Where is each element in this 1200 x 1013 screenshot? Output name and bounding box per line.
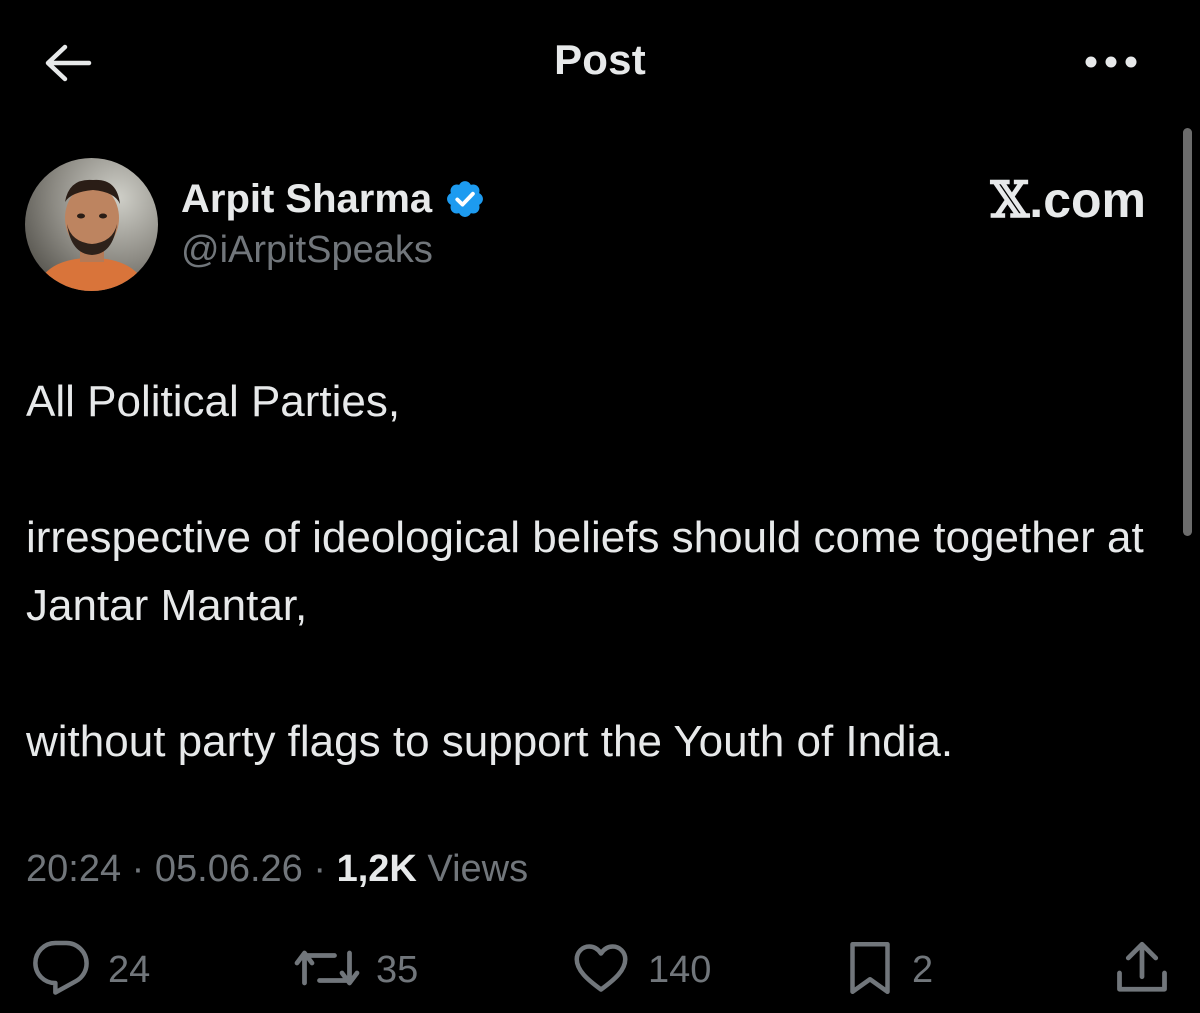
reply-count: 24 bbox=[108, 948, 151, 991]
scrollbar[interactable] bbox=[1183, 128, 1192, 536]
action-bar: 24 35 140 2 bbox=[0, 935, 1200, 1005]
repost-button[interactable]: 35 bbox=[292, 935, 418, 1005]
separator: · bbox=[313, 848, 327, 890]
post-paragraph: irrespective of ideological beliefs shou… bbox=[26, 513, 1144, 630]
x-logo-icon: 𝕏 bbox=[990, 170, 1030, 229]
views-label: Views bbox=[427, 848, 529, 890]
author-name-row: Arpit Sharma bbox=[181, 175, 486, 223]
post-paragraph: All Political Parties, bbox=[26, 377, 401, 426]
x-com-watermark: 𝕏 .com bbox=[991, 170, 1147, 229]
like-button[interactable]: 140 bbox=[568, 935, 711, 1005]
reply-icon bbox=[28, 938, 94, 1003]
watermark-domain: .com bbox=[1029, 172, 1146, 228]
more-horizontal-icon bbox=[1084, 55, 1138, 74]
page-title: Post bbox=[554, 36, 646, 83]
bookmark-count: 2 bbox=[912, 948, 934, 991]
like-count: 140 bbox=[648, 948, 712, 991]
bookmark-button[interactable]: 2 bbox=[842, 935, 933, 1005]
share-button[interactable] bbox=[1112, 935, 1172, 1005]
author-handle[interactable]: @iArpitSpeaks bbox=[181, 229, 433, 272]
author-display-name[interactable]: Arpit Sharma bbox=[181, 177, 432, 222]
reply-button[interactable]: 24 bbox=[28, 935, 150, 1005]
more-options-button[interactable] bbox=[1080, 44, 1142, 84]
verified-badge-icon[interactable] bbox=[444, 178, 486, 220]
avatar[interactable] bbox=[25, 158, 158, 291]
bookmark-icon bbox=[842, 938, 898, 1003]
top-bar: Post bbox=[0, 0, 1200, 125]
repost-icon bbox=[292, 938, 362, 1003]
post-paragraph: without party flags to support the Youth… bbox=[26, 717, 954, 766]
post-text: All Political Parties, irrespective of i… bbox=[26, 368, 1166, 776]
heart-icon bbox=[568, 938, 634, 1003]
views-count: 1,2K bbox=[336, 848, 417, 890]
share-icon bbox=[1112, 938, 1172, 1003]
post-date[interactable]: 05.06.26 bbox=[155, 848, 303, 890]
separator: · bbox=[131, 848, 145, 890]
post-metadata: 20:24 · 05.06.26 · 1,2K Views bbox=[26, 848, 528, 891]
post-time[interactable]: 20:24 bbox=[26, 848, 121, 890]
repost-count: 35 bbox=[376, 948, 419, 991]
